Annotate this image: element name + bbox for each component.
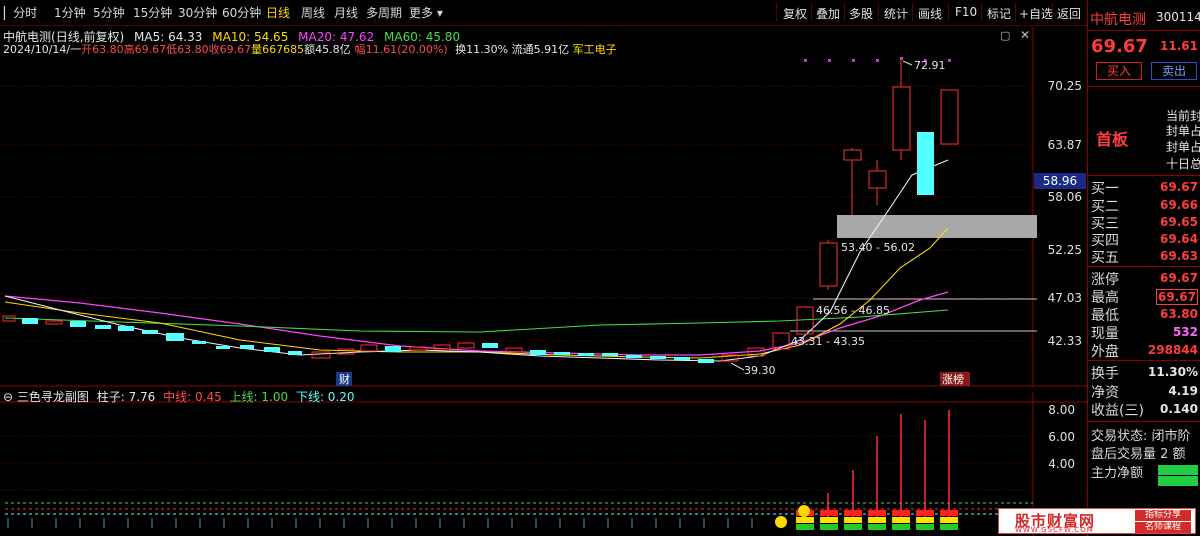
- bid-price[interactable]: 69.66: [1160, 198, 1198, 212]
- buy-button[interactable]: 买入: [1096, 62, 1142, 80]
- extra-label: 收益(三): [1091, 403, 1144, 419]
- sub-chart-title: ⊖ 三色寻龙副图 柱子: 7.76 中线: 0.45 上线: 1.00 下线: …: [3, 388, 355, 405]
- divider: [1088, 360, 1200, 361]
- main-flow-bar: [1158, 476, 1198, 486]
- smiley-icon: [798, 505, 810, 517]
- collapse-icon[interactable]: ⊖: [3, 390, 13, 404]
- shang-value: 上线: 1.00: [229, 390, 289, 404]
- main-flow-label: 主力净额: [1091, 466, 1144, 481]
- xia-value: 下线: 0.20: [295, 390, 355, 404]
- extra-value: 4.19: [1168, 384, 1198, 398]
- extra-label: 换手: [1091, 366, 1119, 382]
- zone-label-3: 43.31 - 43.35: [791, 335, 865, 348]
- watermark-tag: 指标分享: [1135, 510, 1191, 521]
- zhuzi-value: 柱子: 7.76: [96, 390, 156, 404]
- main-flow-bar: [1158, 465, 1198, 475]
- stock-code: 300114: [1156, 10, 1200, 24]
- pressure-zone: [837, 215, 1037, 238]
- stat-value: 69.67: [1160, 271, 1198, 285]
- stat-value: 69.67: [1156, 289, 1198, 305]
- stat-label: 最高: [1091, 290, 1119, 306]
- zone-label-2: 46.56 - 46.85: [816, 304, 890, 317]
- divider: [1088, 421, 1200, 422]
- limit-note: 封单占: [1166, 124, 1200, 138]
- bid-price[interactable]: 69.65: [1160, 215, 1198, 229]
- low-mark-label: 39.30: [744, 364, 776, 377]
- tricolor-blocks: [796, 510, 958, 530]
- high-mark-arrow: [902, 60, 913, 66]
- divider: [1088, 266, 1200, 267]
- limit-note: 封单占: [1166, 140, 1200, 154]
- stat-value: 532: [1172, 325, 1198, 339]
- stat-label: 外盘: [1091, 344, 1119, 360]
- stock-name: 中航电测: [1090, 12, 1146, 28]
- price-tick: 47.03: [1047, 291, 1082, 305]
- quote-panel: 中航电测 300114 69.67 11.61 20 买入 卖出 首板 当前封 …: [1087, 0, 1200, 536]
- current-price-tag: 58.96: [1034, 173, 1086, 189]
- zone-label-1: 53.40 - 56.02: [841, 241, 915, 254]
- kline-chart[interactable]: 72.91 39.30 53.40 - 56.02 46.56 - 46.85 …: [0, 0, 1087, 536]
- stat-value: 63.80: [1160, 307, 1198, 321]
- bid-price[interactable]: 69.67: [1160, 180, 1198, 194]
- price-tick: 58.06: [1047, 190, 1082, 204]
- sub-grid: [0, 435, 1033, 491]
- sell-button[interactable]: 卖出: [1151, 62, 1197, 80]
- limit-status: 首板: [1096, 130, 1129, 149]
- watermark-tag: 名师课程: [1135, 522, 1191, 533]
- price-change: 11.61 20: [1160, 39, 1198, 53]
- price-tick: 63.87: [1047, 138, 1082, 152]
- bid-price[interactable]: 69.63: [1160, 249, 1198, 263]
- trade-state: 交易状态: 闭市阶: [1091, 429, 1191, 444]
- divider: [1088, 175, 1200, 176]
- zhong-value: 中线: 0.45: [163, 390, 222, 404]
- sub-tick: 4.00: [1048, 457, 1075, 471]
- bid-price[interactable]: 69.64: [1160, 232, 1198, 246]
- after-hours-volume: 盘后交易量 2 额: [1091, 447, 1186, 462]
- stat-label: 涨停: [1091, 272, 1119, 288]
- extra-value: 0.140: [1160, 402, 1198, 416]
- extra-label: 净资: [1091, 385, 1119, 401]
- limit-note: 十日总: [1166, 157, 1200, 171]
- watermark-banner: 股市财富网 指标分享 名师课程 WWW.GSCFW.COM: [998, 508, 1196, 534]
- recent-candles: [819, 60, 959, 290]
- smiley-icon: [775, 516, 787, 528]
- bid-label: 买一: [1091, 181, 1119, 197]
- high-mark-label: 72.91: [914, 59, 946, 72]
- price-tick: 42.33: [1047, 334, 1082, 348]
- extra-value: 11.30%: [1148, 365, 1198, 379]
- watermark-url: WWW.GSCFW.COM: [1015, 526, 1094, 534]
- last-price: 69.67: [1091, 36, 1148, 57]
- divider: [1088, 86, 1200, 87]
- stat-label: 最低: [1091, 308, 1119, 324]
- limit-board-badge-label: 涨榜: [942, 372, 964, 386]
- stat-label: 现量: [1091, 326, 1119, 342]
- finance-badge-label: 财: [339, 372, 350, 386]
- price-tick: 52.25: [1047, 243, 1082, 257]
- divider: [1088, 30, 1200, 31]
- stat-value: 298844: [1147, 343, 1198, 357]
- low-mark-arrow: [730, 362, 745, 371]
- price-grid: [0, 85, 1033, 342]
- bid-label: 买五: [1091, 250, 1119, 266]
- bottom-ticks: [7, 518, 753, 528]
- price-tick: 70.25: [1047, 79, 1082, 93]
- indicator-name[interactable]: 三色寻龙副图: [17, 390, 89, 404]
- sub-tick: 6.00: [1048, 430, 1075, 444]
- sub-tick: 8.00: [1048, 403, 1075, 417]
